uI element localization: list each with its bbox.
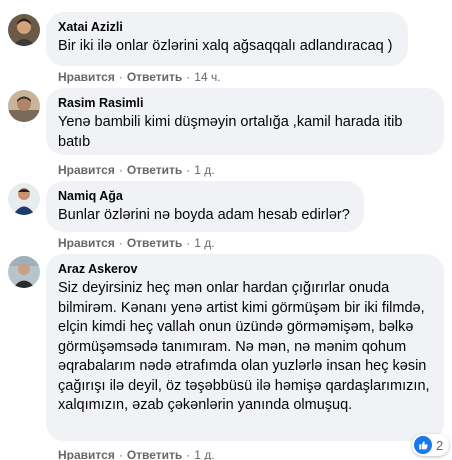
comment-time[interactable]: 1 д. bbox=[194, 163, 214, 177]
avatar[interactable] bbox=[8, 256, 40, 288]
comment-bubble: Rasim Rasimli Yenə bambili kimi düşməyin… bbox=[46, 88, 444, 155]
like-button[interactable]: Нравится bbox=[58, 448, 115, 460]
comment-author[interactable]: Araz Askerov bbox=[58, 261, 432, 277]
avatar[interactable] bbox=[8, 183, 40, 215]
like-button[interactable]: Нравится bbox=[58, 236, 115, 250]
avatar[interactable] bbox=[8, 90, 40, 122]
user-avatar-icon bbox=[8, 183, 40, 215]
comment-bubble: Namiq Ağa Bunlar özlərini nə boyda adam … bbox=[46, 181, 364, 232]
comment-text: Yenə bambili kimi düşməyin ortalığa ,kam… bbox=[58, 114, 403, 150]
reply-button[interactable]: Ответить bbox=[127, 70, 182, 84]
comment-author[interactable]: Rasim Rasimli bbox=[58, 95, 432, 111]
user-avatar-icon bbox=[8, 14, 40, 46]
user-avatar-icon bbox=[8, 90, 40, 122]
comment-author[interactable]: Namiq Ağa bbox=[58, 188, 352, 204]
comment-text: Bunlar özlərini nə boyda adam hesab edir… bbox=[58, 207, 350, 223]
comment-actions: Нравится · Ответить · 14 ч. bbox=[58, 70, 221, 84]
comment-bubble: Araz Askerov Siz deyirsiniz heç mən onla… bbox=[46, 254, 444, 441]
comment-text: Bir iki ilə onlar özlərini xalq ağsaqqal… bbox=[58, 38, 393, 54]
like-icon bbox=[414, 436, 432, 454]
comment-actions: Нравится · Ответить · 1 д. bbox=[58, 163, 215, 177]
reply-button[interactable]: Ответить bbox=[127, 236, 182, 250]
comment-time[interactable]: 1 д. bbox=[194, 448, 214, 460]
comment-time[interactable]: 1 д. bbox=[194, 236, 214, 250]
user-avatar-icon bbox=[8, 256, 40, 288]
like-button[interactable]: Нравится bbox=[58, 70, 115, 84]
comment-time[interactable]: 14 ч. bbox=[194, 70, 220, 84]
comment-bubble: Xatai Azizli Bir iki ilə onlar özlərini … bbox=[46, 12, 408, 66]
comment-actions: Нравится · Ответить · 1 д. bbox=[58, 236, 215, 250]
comment-text: Siz deyirsiniz heç mən onlar hardan çığı… bbox=[58, 280, 430, 413]
reply-button[interactable]: Ответить bbox=[127, 163, 182, 177]
like-button[interactable]: Нравится bbox=[58, 163, 115, 177]
comment-author[interactable]: Xatai Azizli bbox=[58, 19, 396, 35]
reaction-summary[interactable]: 2 bbox=[412, 434, 450, 456]
reply-button[interactable]: Ответить bbox=[127, 448, 182, 460]
avatar[interactable] bbox=[8, 14, 40, 46]
reaction-count: 2 bbox=[436, 437, 444, 453]
comment-actions: Нравится · Ответить · 1 д. bbox=[58, 448, 215, 460]
